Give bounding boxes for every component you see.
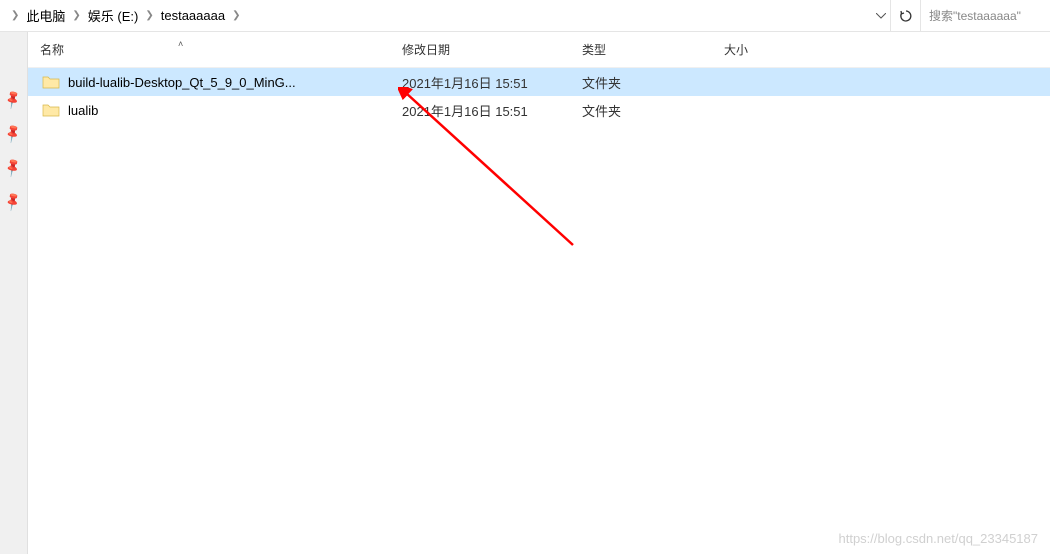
- file-type: 文件夹: [570, 101, 712, 120]
- file-date: 2021年1月16日 15:51: [390, 73, 570, 92]
- sort-ascending-icon: ˄: [178, 39, 183, 49]
- breadcrumb[interactable]: ❯ 此电脑 ❯ 娱乐 (E:) ❯ testaaaaaa ❯: [0, 0, 872, 31]
- watermark: https://blog.csdn.net/qq_23345187: [839, 531, 1039, 546]
- columns-header: 名称 ˄ 修改日期 类型 大小: [28, 32, 1050, 68]
- file-view: 名称 ˄ 修改日期 类型 大小 build-lualib-Desktop_Qt_…: [28, 32, 1050, 554]
- table-row[interactable]: lualib 2021年1月16日 15:51 文件夹: [28, 96, 1050, 124]
- file-name: lualib: [68, 103, 98, 118]
- refresh-icon: [898, 8, 914, 24]
- breadcrumb-segment[interactable]: testaaaaaa: [157, 8, 229, 23]
- chevron-right-icon: ❯: [8, 10, 22, 21]
- file-name: build-lualib-Desktop_Qt_5_9_0_MinG...: [68, 75, 296, 90]
- refresh-button[interactable]: [890, 0, 920, 31]
- column-header-type[interactable]: 类型: [570, 41, 712, 58]
- chevron-right-icon: ❯: [69, 10, 83, 21]
- column-label: 名称: [40, 43, 64, 57]
- folder-icon: [42, 75, 60, 89]
- address-toolbar: ❯ 此电脑 ❯ 娱乐 (E:) ❯ testaaaaaa ❯ 搜索"testaa…: [0, 0, 1050, 32]
- chevron-right-icon: ❯: [229, 10, 243, 21]
- column-header-date[interactable]: 修改日期: [390, 41, 570, 58]
- pin-icon[interactable]: 📌: [2, 157, 24, 179]
- table-row[interactable]: build-lualib-Desktop_Qt_5_9_0_MinG... 20…: [28, 68, 1050, 96]
- address-dropdown[interactable]: [872, 0, 890, 31]
- quick-access-sidebar: 📌 📌 📌 📌: [0, 32, 28, 554]
- column-header-name[interactable]: 名称 ˄: [28, 41, 390, 58]
- pin-icon[interactable]: 📌: [2, 89, 24, 111]
- breadcrumb-segment[interactable]: 娱乐 (E:): [84, 6, 143, 25]
- folder-icon: [42, 103, 60, 117]
- pin-icon[interactable]: 📌: [2, 191, 24, 213]
- search-input[interactable]: 搜索"testaaaaaa": [920, 0, 1050, 31]
- chevron-right-icon: ❯: [142, 10, 156, 21]
- breadcrumb-segment[interactable]: 此电脑: [22, 6, 69, 25]
- column-header-size[interactable]: 大小: [712, 41, 812, 58]
- file-list: build-lualib-Desktop_Qt_5_9_0_MinG... 20…: [28, 68, 1050, 124]
- pin-icon[interactable]: 📌: [2, 123, 24, 145]
- file-date: 2021年1月16日 15:51: [390, 101, 570, 120]
- file-type: 文件夹: [570, 73, 712, 92]
